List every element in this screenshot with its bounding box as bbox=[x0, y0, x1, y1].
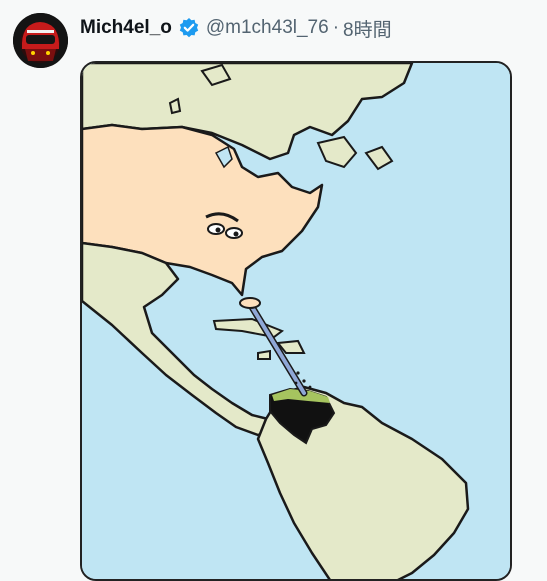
tweet-media-image[interactable] bbox=[80, 61, 512, 581]
avatar[interactable] bbox=[13, 13, 68, 68]
verified-badge-icon bbox=[179, 18, 199, 38]
display-name[interactable]: Mich4el_o bbox=[80, 17, 172, 39]
americas-map-illustration bbox=[82, 63, 510, 579]
helmet-avatar-icon bbox=[13, 13, 68, 68]
separator-dot: · bbox=[332, 17, 340, 38]
tweet-header: Mich4el_o @m1ch43l_76 · 8時間 bbox=[80, 14, 392, 42]
tweet-timestamp[interactable]: 8時間 bbox=[343, 15, 392, 42]
user-handle[interactable]: @m1ch43l_76 bbox=[206, 17, 329, 39]
